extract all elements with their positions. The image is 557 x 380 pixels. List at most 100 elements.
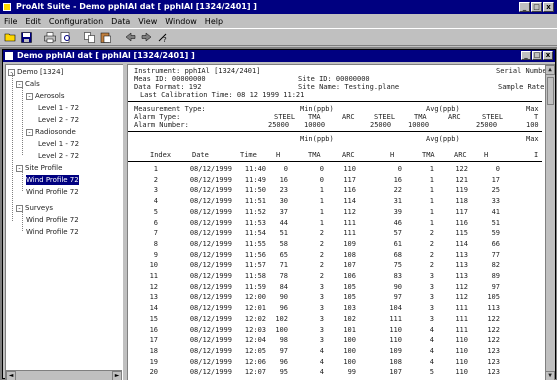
forward-icon[interactable] (139, 31, 153, 44)
table-row[interactable]: 6 08/12/1999 11:53 44 1 111 46 1 116 51 (128, 219, 542, 228)
tree-expander-icon[interactable]: - (26, 128, 33, 136)
tree-item[interactable]: Level 2 - 72 (38, 151, 79, 161)
back-icon[interactable] (123, 31, 137, 44)
doc-close-button[interactable]: x (543, 51, 553, 60)
tree-expander-icon[interactable]: - (8, 68, 15, 76)
column-header[interactable]: ARC (342, 151, 355, 159)
tree-view[interactable]: ◄ ► - Demo [1324] - Cals - Aerosols Level 1 - … (5, 64, 123, 380)
column-header[interactable]: ARC (454, 151, 467, 159)
doc-maximize-button[interactable]: □ (532, 51, 542, 60)
table-row[interactable]: 7 08/12/1999 11:54 51 2 111 57 2 115 59 (128, 229, 542, 238)
tree-item[interactable]: - Radiosonde (26, 127, 76, 137)
table-cell: 11:50 (244, 186, 266, 195)
table-row[interactable]: 4 08/12/1999 11:51 30 1 114 31 1 118 33 (128, 197, 542, 206)
table-row[interactable]: 11 08/12/1999 11:58 78 2 106 83 3 113 89 (128, 272, 542, 281)
table-row[interactable]: 18 08/12/1999 12:05 97 4 100 109 4 110 123 (128, 347, 542, 356)
column-header[interactable]: Index (150, 151, 171, 159)
document-title-bar[interactable]: Demo pphIAl dat [ pphIAl [1324/2401] ] _… (3, 50, 555, 62)
table-row[interactable]: 15 08/12/1999 12:02 102 3 102 111 3 111 122 (128, 315, 542, 324)
doc-minimize-button[interactable]: _ (521, 51, 531, 60)
column-header[interactable]: TMA (422, 151, 435, 159)
table-cell: 98 (279, 336, 288, 345)
title-bar[interactable]: ProAlt Suite - Demo pphIAl dat [ pphIAl … (0, 0, 557, 14)
maximize-button[interactable]: □ (531, 2, 542, 12)
tree-item[interactable]: Wind Profile 72 (26, 215, 79, 225)
scroll-right-arrow-icon[interactable]: ► (112, 371, 122, 380)
tree-item[interactable]: Level 1 - 72 (38, 139, 79, 149)
scroll-up-arrow-icon[interactable]: ▲ (545, 65, 555, 75)
save-icon[interactable] (19, 31, 33, 44)
tree-item[interactable]: - Demo [1324] (8, 67, 63, 77)
scroll-thumb[interactable] (547, 77, 554, 105)
preview-icon[interactable] (59, 31, 73, 44)
table-cell: 3 (429, 293, 434, 302)
table-cell: 90 (393, 282, 402, 291)
scroll-down-arrow-icon[interactable]: ▼ (545, 371, 555, 380)
site-name-label: Site Name: Testing.plane (298, 83, 400, 91)
table-row[interactable]: 16 08/12/1999 12:03 100 3 101 110 4 111 122 (128, 326, 542, 335)
scroll-left-arrow-icon[interactable]: ◄ (6, 371, 16, 380)
table-row[interactable]: 20 08/12/1999 12:07 95 4 99 107 5 110 123 (128, 368, 542, 377)
table-row[interactable]: 1 08/12/1999 11:40 0 0 110 0 1 122 0 (128, 165, 542, 174)
column-header[interactable]: I (534, 151, 538, 159)
tree-item[interactable]: - Surveys (16, 203, 53, 213)
print-icon[interactable] (43, 31, 57, 44)
tree-item-label: Wind Profile 72 (26, 176, 79, 184)
table-cell: 4 (319, 368, 324, 377)
tree-item[interactable]: Wind Profile 72 (26, 175, 79, 185)
help-icon[interactable]: ? (155, 31, 169, 44)
menu-help[interactable]: Help (205, 17, 223, 26)
alarm-type-label: Alarm Type: (134, 113, 181, 121)
table-cell: 11:57 (244, 261, 266, 270)
column-header[interactable]: TMA (308, 151, 321, 159)
column-header[interactable]: H (484, 151, 488, 159)
table-cell: 25 (491, 186, 500, 195)
tree-item[interactable]: Level 1 - 72 (38, 103, 79, 113)
tree-expander-icon[interactable]: - (16, 164, 23, 172)
app-icon[interactable] (3, 3, 11, 11)
menu-data[interactable]: Data (111, 17, 130, 26)
tree-horizontal-scrollbar[interactable]: ◄ ► (6, 370, 122, 380)
table-cell: 89 (491, 272, 500, 280)
table-row[interactable]: 14 08/12/1999 12:01 96 3 103 104 3 111 113 (128, 304, 542, 313)
document-icon[interactable] (5, 52, 13, 60)
table-row[interactable]: 3 08/12/1999 11:50 23 1 116 22 1 119 25 (128, 186, 542, 195)
close-button[interactable]: x (543, 2, 554, 12)
table-row[interactable]: 13 08/12/1999 12:00 90 3 105 97 3 112 105 (128, 293, 542, 302)
tree-expander-icon[interactable]: - (16, 204, 23, 212)
table-row[interactable]: 2 08/12/1999 11:49 16 0 117 16 1 121 17 (128, 176, 542, 185)
table-row[interactable]: 19 08/12/1999 12:06 96 4 100 108 4 110 123 (128, 358, 542, 367)
table-row[interactable]: 12 08/12/1999 11:59 84 3 105 90 3 112 97 (128, 283, 542, 292)
column-header[interactable]: H (390, 151, 394, 159)
menu-view[interactable]: View (138, 17, 157, 26)
table-row[interactable]: 5 08/12/1999 11:52 37 1 112 39 1 117 41 (128, 208, 542, 217)
tree-item[interactable]: - Site Profile (16, 163, 62, 173)
tree-item-label: Level 2 - 72 (38, 152, 80, 160)
minimize-button[interactable]: _ (519, 2, 530, 12)
menu-window[interactable]: Window (165, 17, 197, 26)
menu-edit[interactable]: Edit (25, 17, 41, 26)
tree-item[interactable]: Level 2 - 72 (38, 115, 79, 125)
table-row[interactable]: 8 08/12/1999 11:55 58 2 109 61 2 114 66 (128, 240, 542, 249)
col-steel-2: STEEL (374, 113, 396, 121)
tree-item[interactable]: Wind Profile 72 (26, 187, 79, 197)
tree-expander-icon[interactable]: - (26, 92, 33, 100)
paste-icon[interactable] (99, 31, 113, 44)
column-header[interactable]: Time (240, 151, 257, 159)
tree-expander-icon[interactable]: - (16, 80, 23, 88)
column-header[interactable]: Date (192, 151, 209, 159)
column-header[interactable]: H (276, 151, 280, 159)
menu-file[interactable]: File (4, 17, 17, 26)
tree-item[interactable]: - Cals (16, 79, 40, 89)
copy-icon[interactable] (83, 31, 97, 44)
vertical-scrollbar[interactable]: ▲ ▼ (545, 65, 555, 380)
menu-configuration[interactable]: Configuration (49, 17, 103, 26)
table-row[interactable]: 10 08/12/1999 11:57 71 2 107 75 2 113 82 (128, 261, 542, 270)
table-cell: 39 (393, 207, 402, 216)
table-row[interactable]: 9 08/12/1999 11:56 65 2 108 68 2 113 77 (128, 251, 542, 260)
table-cell: 31 (393, 197, 402, 206)
tree-item[interactable]: - Aerosols (26, 91, 65, 101)
table-row[interactable]: 17 08/12/1999 12:04 98 3 100 110 4 110 122 (128, 336, 542, 345)
open-icon[interactable] (3, 31, 17, 44)
tree-item[interactable]: Wind Profile 72 (26, 227, 79, 237)
